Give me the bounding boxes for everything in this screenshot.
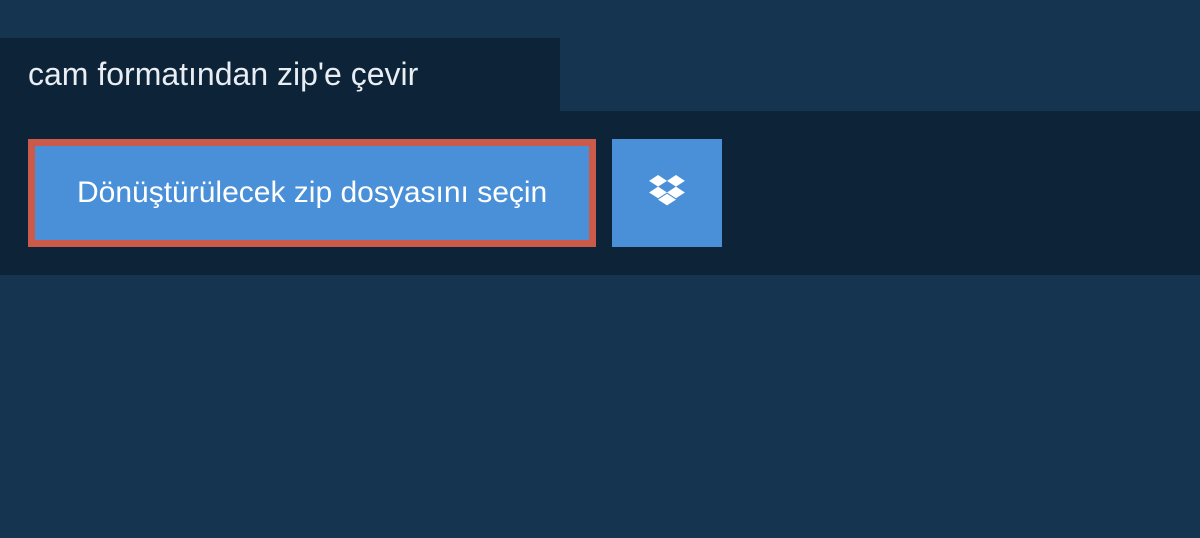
select-file-button[interactable]: Dönüştürülecek zip dosyasını seçin (28, 139, 596, 247)
select-file-label: Dönüştürülecek zip dosyasını seçin (77, 176, 547, 209)
dropbox-button[interactable] (612, 139, 722, 247)
dropbox-icon (649, 175, 685, 212)
page-title: cam formatından zip'e çevir (28, 56, 532, 93)
upload-panel: Dönüştürülecek zip dosyasını seçin (0, 111, 1200, 275)
header-bar: cam formatından zip'e çevir (0, 38, 560, 111)
